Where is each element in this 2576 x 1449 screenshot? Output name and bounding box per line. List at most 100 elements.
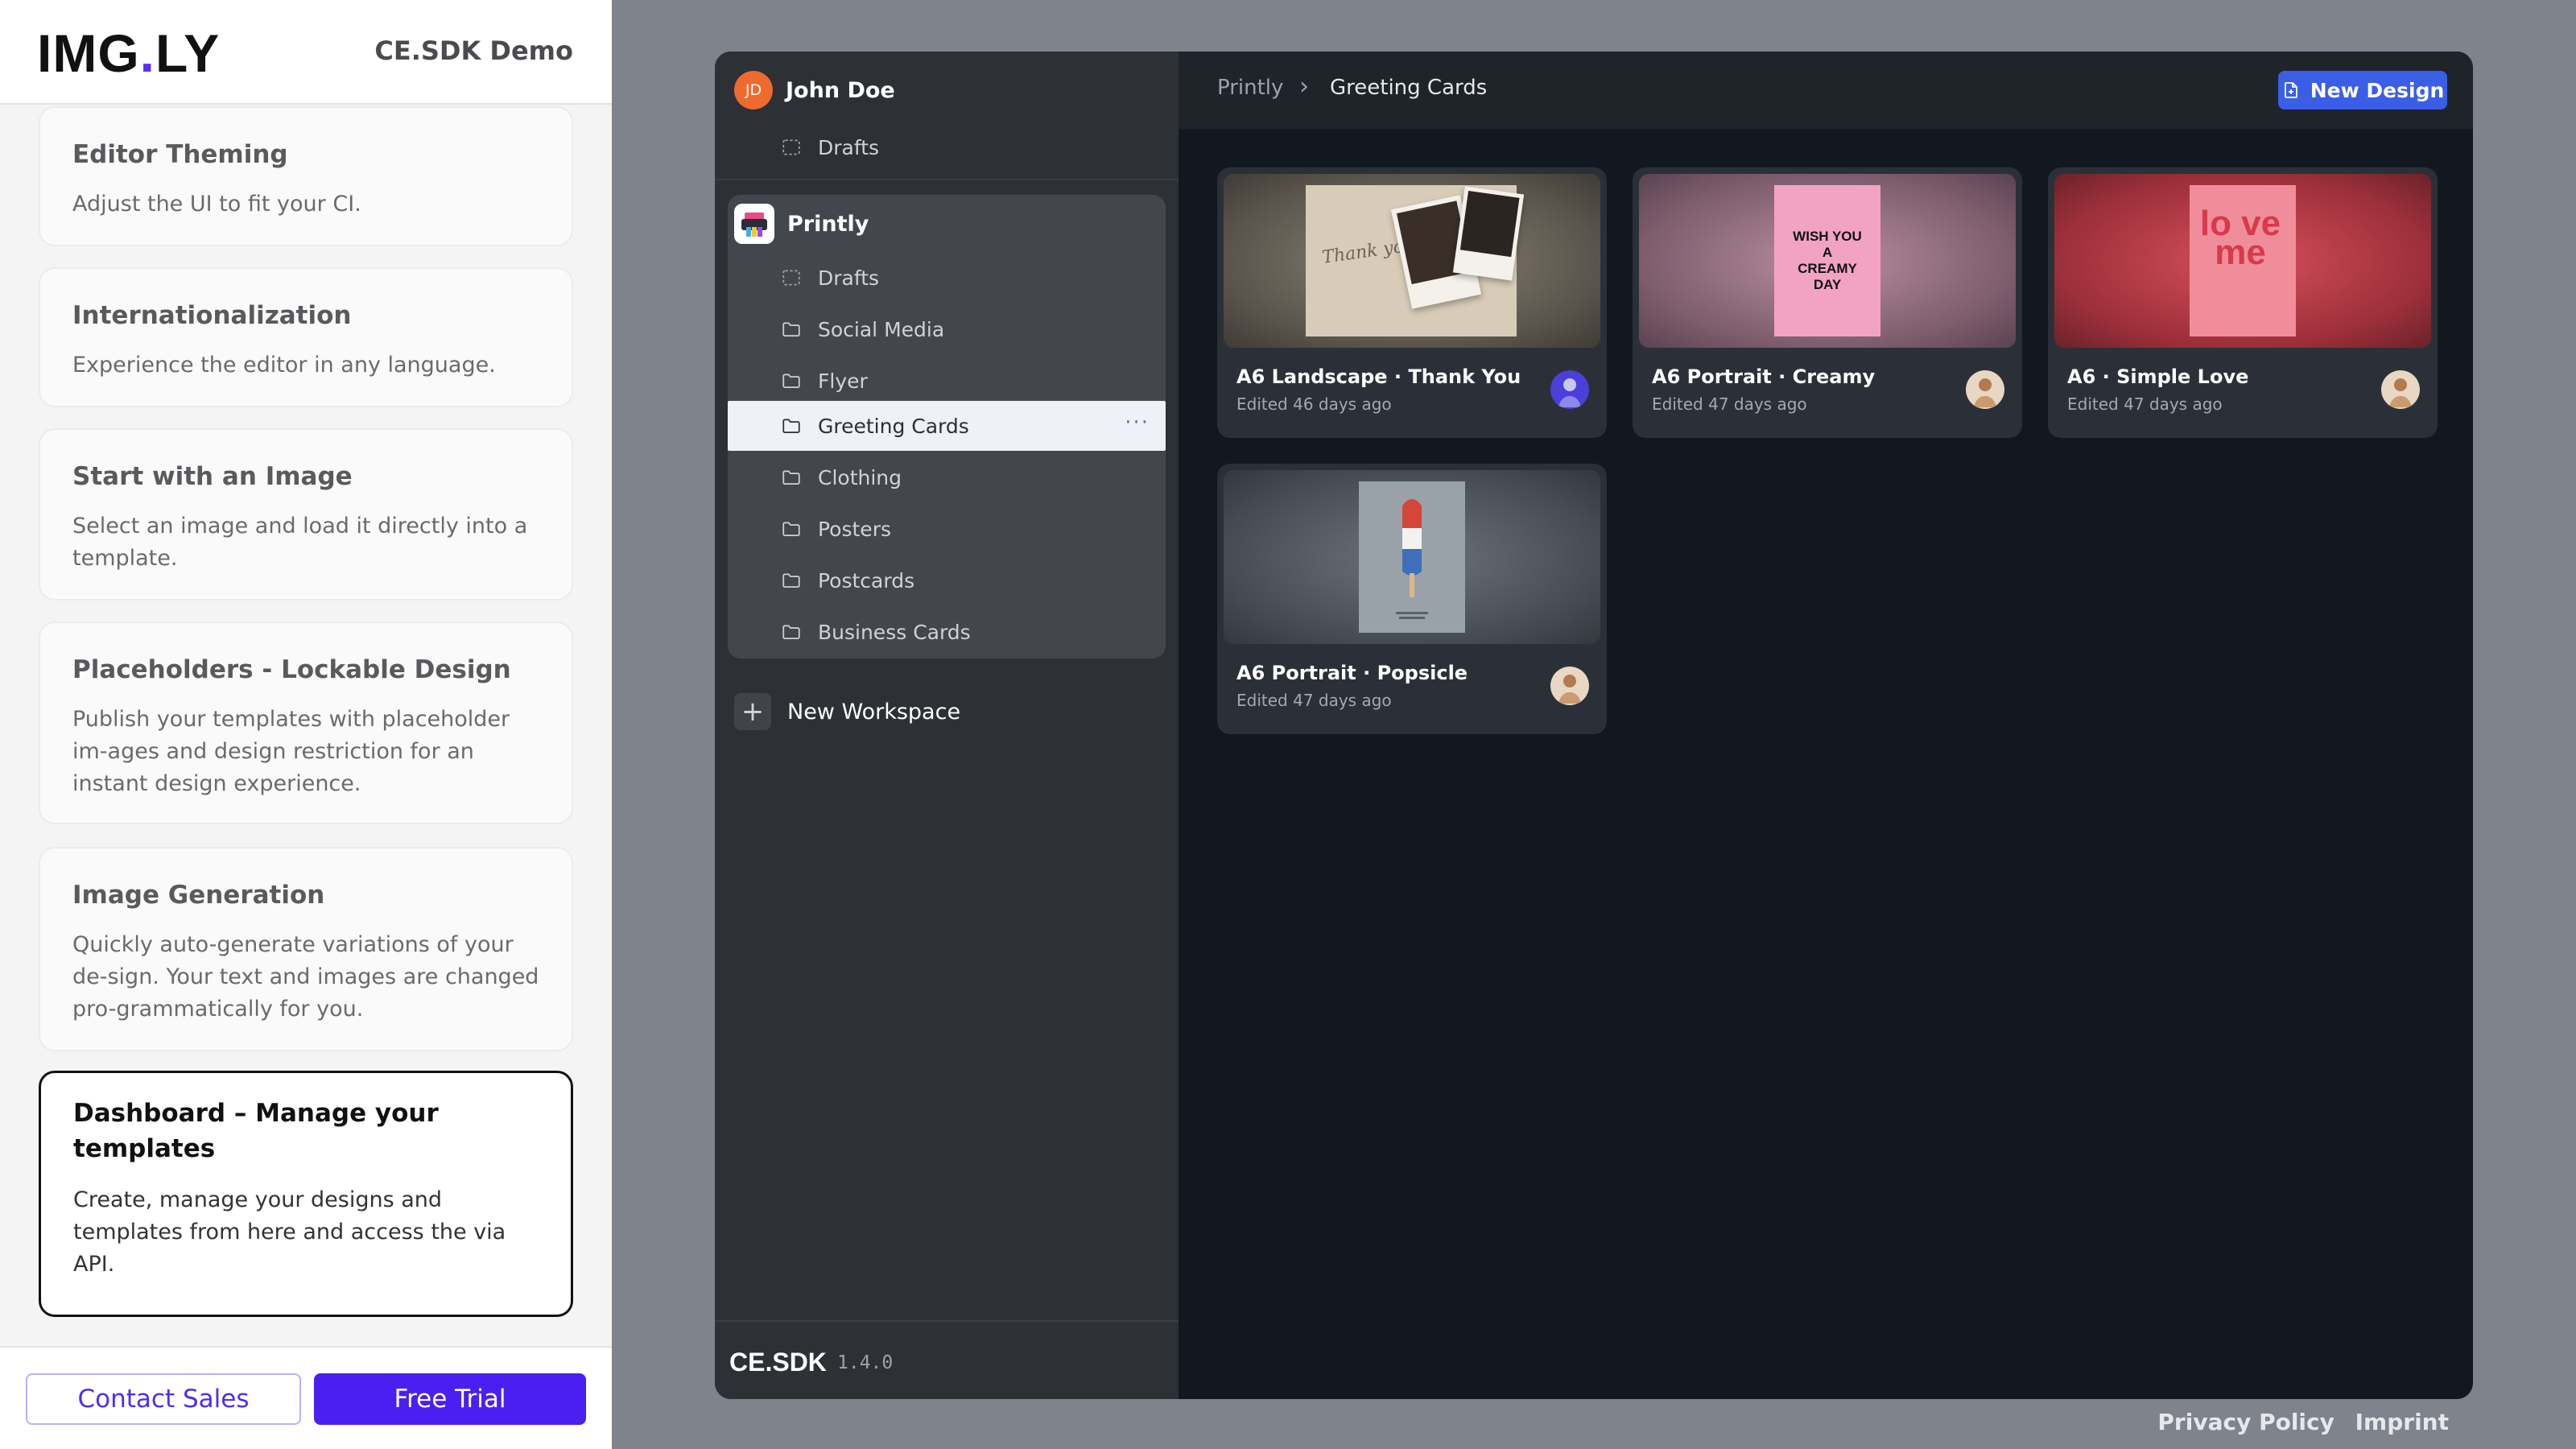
design-edited-time: Edited 46 days ago <box>1236 394 1392 414</box>
card-desc: Experience the editor in any language. <box>72 353 496 378</box>
design-card[interactable]: WISH YOU A CREAMY DAY A6 Portrait · Crea… <box>1633 167 2022 438</box>
card-desc: Select an image and load it directly int… <box>72 514 528 571</box>
card-title: Internationalization <box>72 301 352 330</box>
sidebar-item-postcards[interactable]: Postcards <box>728 555 1166 605</box>
topbar: Printly › Greeting Cards New Design <box>1179 52 2473 129</box>
sidebar-footer: CE.SDK 1.4.0 <box>715 1320 1179 1399</box>
demo-card-internationalization[interactable]: Internationalization Experience the edit… <box>39 267 573 407</box>
avatar <box>1966 370 2004 409</box>
folder-icon <box>782 522 800 536</box>
sidebar-item-social-media[interactable]: Social Media <box>728 304 1166 354</box>
card-title: Editor Theming <box>72 140 288 169</box>
breadcrumb-current: Greeting Cards <box>1330 76 1488 100</box>
drafts-icon <box>782 139 800 155</box>
card-title: Dashboard – Manage your templates <box>73 1099 439 1163</box>
footer-links: Privacy Policy Imprint <box>2145 1409 2449 1435</box>
demo-card-image-generation[interactable]: Image Generation Quickly auto-generate v… <box>39 847 573 1051</box>
folder-icon <box>782 470 800 485</box>
card-title: Placeholders - Lockable Design <box>72 655 511 684</box>
imprint-link[interactable]: Imprint <box>2355 1409 2449 1435</box>
card-desc: Create, manage your designs and template… <box>73 1187 506 1277</box>
card-desc: Publish your templates with placeholder … <box>72 707 510 796</box>
folder-icon <box>782 625 800 639</box>
imgly-logo[interactable]: IMG.LY <box>37 23 220 84</box>
avatar <box>1550 667 1589 705</box>
plus-icon: + <box>734 693 771 730</box>
new-document-icon <box>2284 82 2297 98</box>
more-options-icon[interactable]: ··· <box>1125 411 1150 435</box>
avatar <box>2381 370 2420 409</box>
sidebar: JD John Doe Drafts Printly Drafts Social… <box>715 52 1179 1399</box>
design-thumbnail: lo ve me <box>2054 174 2431 348</box>
demo-card-dashboard[interactable]: Dashboard – Manage your templates Create… <box>39 1071 573 1317</box>
demo-panel: IMG.LY CE.SDK Demo Editor Theming Adjust… <box>0 0 612 1449</box>
sidebar-item-posters[interactable]: Posters <box>728 504 1166 554</box>
user-name: John Doe <box>786 77 895 103</box>
design-thumbnail <box>1224 470 1600 644</box>
sidebar-item-user-drafts[interactable]: Drafts <box>728 122 1166 172</box>
design-title: A6 · Simple Love <box>2067 365 2249 388</box>
demo-title: CE.SDK Demo <box>374 35 573 66</box>
card-title: Image Generation <box>72 881 325 910</box>
design-card[interactable]: Thank you A6 Landscape · Thank You Edite… <box>1217 167 1607 438</box>
card-title: Start with an Image <box>72 462 353 491</box>
user-row[interactable]: JD John Doe <box>734 71 895 109</box>
simple-love-card-image: lo ve me <box>2190 185 2296 336</box>
design-title: A6 Portrait · Popsicle <box>1236 662 1468 684</box>
design-title: A6 Portrait · Creamy <box>1652 365 1876 388</box>
demo-card-start-with-image[interactable]: Start with an Image Select an image and … <box>39 428 573 601</box>
card-desc: Adjust the UI to fit your CI. <box>72 192 361 217</box>
chevron-right-icon: › <box>1299 72 1309 101</box>
design-title: A6 Landscape · Thank You <box>1236 365 1521 388</box>
sidebar-item-label: Flyer <box>818 369 868 393</box>
demo-card-editor-theming[interactable]: Editor Theming Adjust the UI to fit your… <box>39 106 573 246</box>
folder-icon <box>782 573 800 588</box>
workspace-name: Printly <box>787 211 869 237</box>
breadcrumb-root[interactable]: Printly <box>1217 76 1283 100</box>
demo-footer: Contact Sales Free Trial <box>0 1346 612 1449</box>
sidebar-item-greeting-cards[interactable]: Greeting Cards ··· <box>728 401 1166 451</box>
contact-sales-button[interactable]: Contact Sales <box>26 1373 301 1425</box>
design-card[interactable]: lo ve me A6 · Simple Love Edited 47 days… <box>2048 167 2438 438</box>
folder-icon <box>782 322 800 336</box>
sidebar-item-label: Posters <box>818 517 891 541</box>
design-edited-time: Edited 47 days ago <box>1652 394 1807 414</box>
avatar <box>1550 370 1589 409</box>
demo-card-placeholders[interactable]: Placeholders - Lockable Design Publish y… <box>39 621 573 824</box>
free-trial-button[interactable]: Free Trial <box>314 1373 586 1425</box>
printly-logo-icon <box>734 204 774 244</box>
thank-you-card-image: Thank you <box>1306 185 1525 336</box>
popsicle-card-image <box>1359 481 1465 633</box>
sidebar-item-business-cards[interactable]: Business Cards <box>728 607 1166 657</box>
design-thumbnail: Thank you <box>1224 174 1600 348</box>
logo-suffix: LY <box>155 23 221 83</box>
card-desc: Quickly auto-generate variations of your… <box>72 932 539 1022</box>
sidebar-item-drafts[interactable]: Drafts <box>728 253 1166 303</box>
design-card[interactable]: A6 Portrait · Popsicle Edited 47 days ag… <box>1217 464 1607 734</box>
workspace-header[interactable]: Printly <box>734 200 869 248</box>
sidebar-item-label: Social Media <box>818 317 945 341</box>
sidebar-item-label: Clothing <box>818 465 902 489</box>
sidebar-divider <box>715 179 1179 180</box>
creamy-card-image: WISH YOU A CREAMY DAY <box>1774 185 1880 336</box>
drafts-icon <box>782 270 800 286</box>
design-edited-time: Edited 47 days ago <box>2067 394 2223 414</box>
new-design-button[interactable]: New Design <box>2278 71 2447 109</box>
folder-icon <box>782 374 800 388</box>
sidebar-item-label: Drafts <box>818 135 880 159</box>
version-label: 1.4.0 <box>837 1352 894 1373</box>
privacy-policy-link[interactable]: Privacy Policy <box>2157 1409 2334 1435</box>
sidebar-item-label: Postcards <box>818 568 915 592</box>
logo-prefix: IMG <box>37 23 140 83</box>
folder-icon <box>782 419 800 433</box>
design-thumbnail: WISH YOU A CREAMY DAY <box>1639 174 2016 348</box>
cesdk-brand: CE.SDK <box>729 1348 827 1377</box>
sidebar-item-clothing[interactable]: Clothing <box>728 452 1166 502</box>
design-edited-time: Edited 47 days ago <box>1236 691 1392 710</box>
popsicle-icon <box>1396 499 1428 619</box>
dashboard-window: JD John Doe Drafts Printly Drafts Social… <box>715 52 2473 1399</box>
sidebar-item-flyer[interactable]: Flyer <box>728 356 1166 406</box>
new-workspace-button[interactable]: + New Workspace <box>734 692 960 731</box>
new-design-label: New Design <box>2310 78 2445 102</box>
thumb-text: WISH YOU A CREAMY DAY <box>1793 229 1862 292</box>
